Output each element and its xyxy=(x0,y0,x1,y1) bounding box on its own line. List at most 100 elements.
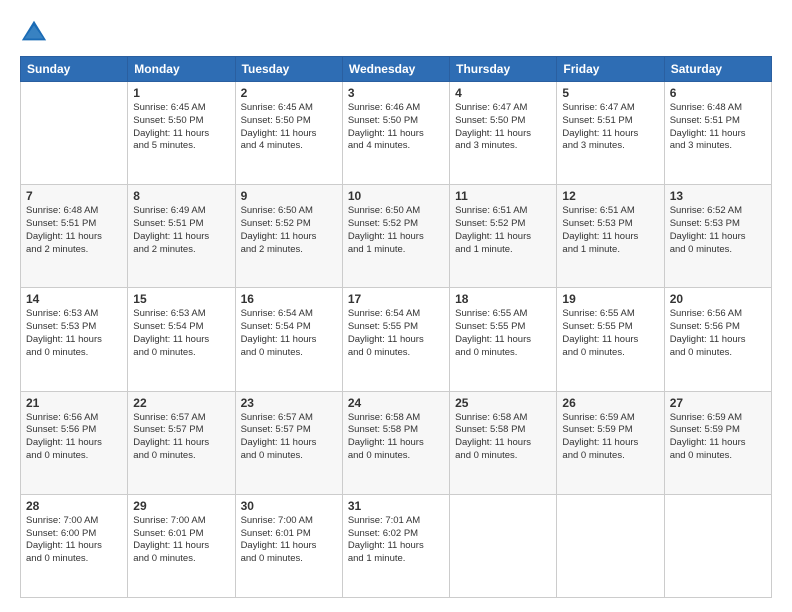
day-number: 24 xyxy=(348,396,444,410)
cell-info: Sunrise: 6:53 AM Sunset: 5:53 PM Dayligh… xyxy=(26,308,122,359)
day-header-thursday: Thursday xyxy=(450,57,557,82)
day-header-saturday: Saturday xyxy=(664,57,771,82)
cell-info: Sunrise: 7:00 AM Sunset: 6:00 PM Dayligh… xyxy=(26,515,122,566)
cell-info: Sunrise: 6:52 AM Sunset: 5:53 PM Dayligh… xyxy=(670,205,766,256)
cell-info: Sunrise: 6:59 AM Sunset: 5:59 PM Dayligh… xyxy=(670,412,766,463)
calendar-cell: 15 Sunrise: 6:53 AM Sunset: 5:54 PM Dayli… xyxy=(128,288,235,391)
calendar-cell: 29 Sunrise: 7:00 AM Sunset: 6:01 PM Dayli… xyxy=(128,494,235,597)
day-number: 13 xyxy=(670,189,766,203)
calendar-cell: 30Sunrise: 7:00 AM Sunset: 6:01 PM Dayli… xyxy=(235,494,342,597)
calendar-cell: 5 Sunrise: 6:47 AM Sunset: 5:51 PM Daylig… xyxy=(557,82,664,185)
page: SundayMondayTuesdayWednesdayThursdayFrid… xyxy=(0,0,792,612)
calendar-cell: 4Sunrise: 6:47 AM Sunset: 5:50 PM Daylig… xyxy=(450,82,557,185)
day-number: 30 xyxy=(241,499,337,513)
day-number: 29 xyxy=(133,499,229,513)
cell-info: Sunrise: 6:53 AM Sunset: 5:54 PM Dayligh… xyxy=(133,308,229,359)
calendar-cell: 26 Sunrise: 6:59 AM Sunset: 5:59 PM Dayli… xyxy=(557,391,664,494)
day-number: 10 xyxy=(348,189,444,203)
day-number: 2 xyxy=(241,86,337,100)
calendar-week-row: 7Sunrise: 6:48 AM Sunset: 5:51 PM Daylig… xyxy=(21,185,772,288)
day-number: 11 xyxy=(455,189,551,203)
calendar-cell: 24 Sunrise: 6:58 AM Sunset: 5:58 PM Dayli… xyxy=(342,391,449,494)
day-number: 28 xyxy=(26,499,122,513)
cell-info: Sunrise: 6:45 AM Sunset: 5:50 PM Dayligh… xyxy=(133,102,229,153)
cell-info: Sunrise: 6:57 AM Sunset: 5:57 PM Dayligh… xyxy=(133,412,229,463)
cell-info: Sunrise: 6:54 AM Sunset: 5:54 PM Dayligh… xyxy=(241,308,337,359)
cell-info: Sunrise: 6:49 AM Sunset: 5:51 PM Dayligh… xyxy=(133,205,229,256)
logo-icon xyxy=(20,18,48,46)
calendar-cell: 9 Sunrise: 6:50 AM Sunset: 5:52 PM Daylig… xyxy=(235,185,342,288)
calendar-cell: 28 Sunrise: 7:00 AM Sunset: 6:00 PM Dayli… xyxy=(21,494,128,597)
calendar-header-row: SundayMondayTuesdayWednesdayThursdayFrid… xyxy=(21,57,772,82)
calendar-cell: 13 Sunrise: 6:52 AM Sunset: 5:53 PM Dayli… xyxy=(664,185,771,288)
calendar-cell: 31 Sunrise: 7:01 AM Sunset: 6:02 PM Dayli… xyxy=(342,494,449,597)
calendar-cell: 23Sunrise: 6:57 AM Sunset: 5:57 PM Dayli… xyxy=(235,391,342,494)
day-number: 22 xyxy=(133,396,229,410)
calendar-cell: 7Sunrise: 6:48 AM Sunset: 5:51 PM Daylig… xyxy=(21,185,128,288)
cell-info: Sunrise: 6:45 AM Sunset: 5:50 PM Dayligh… xyxy=(241,102,337,153)
calendar-week-row: 14 Sunrise: 6:53 AM Sunset: 5:53 PM Dayli… xyxy=(21,288,772,391)
day-number: 20 xyxy=(670,292,766,306)
calendar-week-row: 1 Sunrise: 6:45 AM Sunset: 5:50 PM Daylig… xyxy=(21,82,772,185)
calendar-cell: 21 Sunrise: 6:56 AM Sunset: 5:56 PM Dayli… xyxy=(21,391,128,494)
calendar-cell xyxy=(450,494,557,597)
cell-info: Sunrise: 6:47 AM Sunset: 5:51 PM Dayligh… xyxy=(562,102,658,153)
day-number: 6 xyxy=(670,86,766,100)
cell-info: Sunrise: 6:51 AM Sunset: 5:52 PM Dayligh… xyxy=(455,205,551,256)
day-header-monday: Monday xyxy=(128,57,235,82)
calendar-cell xyxy=(664,494,771,597)
cell-info: Sunrise: 7:01 AM Sunset: 6:02 PM Dayligh… xyxy=(348,515,444,566)
day-number: 12 xyxy=(562,189,658,203)
day-number: 9 xyxy=(241,189,337,203)
cell-info: Sunrise: 7:00 AM Sunset: 6:01 PM Dayligh… xyxy=(133,515,229,566)
cell-info: Sunrise: 6:54 AM Sunset: 5:55 PM Dayligh… xyxy=(348,308,444,359)
cell-info: Sunrise: 6:48 AM Sunset: 5:51 PM Dayligh… xyxy=(26,205,122,256)
calendar-cell xyxy=(21,82,128,185)
day-number: 19 xyxy=(562,292,658,306)
logo xyxy=(20,18,52,46)
calendar-cell: 18Sunrise: 6:55 AM Sunset: 5:55 PM Dayli… xyxy=(450,288,557,391)
cell-info: Sunrise: 6:57 AM Sunset: 5:57 PM Dayligh… xyxy=(241,412,337,463)
calendar-cell: 19Sunrise: 6:55 AM Sunset: 5:55 PM Dayli… xyxy=(557,288,664,391)
day-number: 8 xyxy=(133,189,229,203)
day-number: 25 xyxy=(455,396,551,410)
cell-info: Sunrise: 6:59 AM Sunset: 5:59 PM Dayligh… xyxy=(562,412,658,463)
calendar-cell: 27 Sunrise: 6:59 AM Sunset: 5:59 PM Dayli… xyxy=(664,391,771,494)
cell-info: Sunrise: 6:58 AM Sunset: 5:58 PM Dayligh… xyxy=(348,412,444,463)
day-number: 14 xyxy=(26,292,122,306)
calendar-cell: 3Sunrise: 6:46 AM Sunset: 5:50 PM Daylig… xyxy=(342,82,449,185)
calendar-cell: 20 Sunrise: 6:56 AM Sunset: 5:56 PM Dayli… xyxy=(664,288,771,391)
calendar-cell: 8 Sunrise: 6:49 AM Sunset: 5:51 PM Daylig… xyxy=(128,185,235,288)
calendar-cell: 25Sunrise: 6:58 AM Sunset: 5:58 PM Dayli… xyxy=(450,391,557,494)
calendar-cell: 17 Sunrise: 6:54 AM Sunset: 5:55 PM Dayli… xyxy=(342,288,449,391)
calendar-cell: 12 Sunrise: 6:51 AM Sunset: 5:53 PM Dayli… xyxy=(557,185,664,288)
cell-info: Sunrise: 6:50 AM Sunset: 5:52 PM Dayligh… xyxy=(241,205,337,256)
header xyxy=(20,18,772,46)
calendar-week-row: 21 Sunrise: 6:56 AM Sunset: 5:56 PM Dayli… xyxy=(21,391,772,494)
cell-info: Sunrise: 6:56 AM Sunset: 5:56 PM Dayligh… xyxy=(670,308,766,359)
calendar-cell: 16Sunrise: 6:54 AM Sunset: 5:54 PM Dayli… xyxy=(235,288,342,391)
calendar-cell xyxy=(557,494,664,597)
day-number: 27 xyxy=(670,396,766,410)
calendar-cell: 6Sunrise: 6:48 AM Sunset: 5:51 PM Daylig… xyxy=(664,82,771,185)
day-number: 5 xyxy=(562,86,658,100)
day-header-sunday: Sunday xyxy=(21,57,128,82)
day-number: 21 xyxy=(26,396,122,410)
calendar-cell: 1 Sunrise: 6:45 AM Sunset: 5:50 PM Daylig… xyxy=(128,82,235,185)
day-number: 3 xyxy=(348,86,444,100)
day-number: 31 xyxy=(348,499,444,513)
day-number: 26 xyxy=(562,396,658,410)
calendar-week-row: 28 Sunrise: 7:00 AM Sunset: 6:00 PM Dayli… xyxy=(21,494,772,597)
calendar-cell: 22 Sunrise: 6:57 AM Sunset: 5:57 PM Dayli… xyxy=(128,391,235,494)
day-number: 1 xyxy=(133,86,229,100)
cell-info: Sunrise: 6:51 AM Sunset: 5:53 PM Dayligh… xyxy=(562,205,658,256)
cell-info: Sunrise: 6:50 AM Sunset: 5:52 PM Dayligh… xyxy=(348,205,444,256)
calendar-table: SundayMondayTuesdayWednesdayThursdayFrid… xyxy=(20,56,772,598)
day-header-friday: Friday xyxy=(557,57,664,82)
calendar-cell: 10 Sunrise: 6:50 AM Sunset: 5:52 PM Dayli… xyxy=(342,185,449,288)
day-number: 17 xyxy=(348,292,444,306)
day-number: 15 xyxy=(133,292,229,306)
calendar-cell: 14 Sunrise: 6:53 AM Sunset: 5:53 PM Dayli… xyxy=(21,288,128,391)
cell-info: Sunrise: 6:56 AM Sunset: 5:56 PM Dayligh… xyxy=(26,412,122,463)
day-header-wednesday: Wednesday xyxy=(342,57,449,82)
